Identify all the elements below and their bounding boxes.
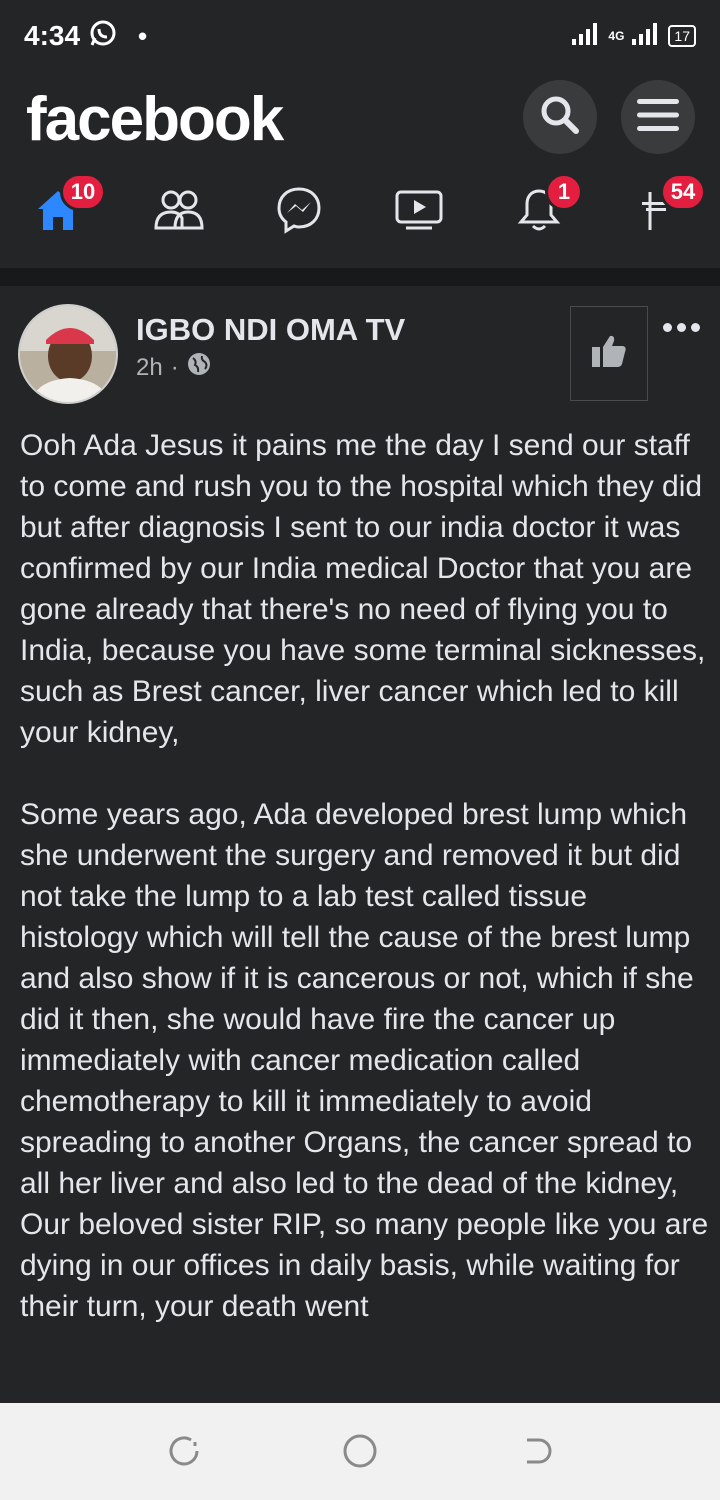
search-icon	[538, 93, 582, 142]
status-right: 4G 17	[572, 22, 696, 50]
status-time: 4:34	[24, 20, 81, 51]
hamburger-menu-icon	[637, 97, 679, 138]
more-options-button[interactable]	[656, 312, 706, 342]
signal-icon-2	[632, 22, 660, 50]
back-icon	[519, 1434, 553, 1473]
status-bar: 4:34 • 4G 17	[0, 0, 720, 72]
recent-apps-icon	[167, 1434, 201, 1473]
home-circle-icon	[341, 1432, 379, 1475]
status-left: 4:34 •	[24, 18, 147, 55]
signal-icon	[572, 22, 600, 50]
globe-icon	[187, 352, 211, 383]
recent-apps-button[interactable]	[164, 1433, 204, 1473]
tab-watch[interactable]	[379, 177, 459, 247]
more-dot-icon	[690, 322, 700, 332]
section-divider	[0, 268, 720, 286]
menu-badge: 54	[660, 173, 706, 211]
menu-button[interactable]	[621, 80, 695, 154]
post-text: Ooh Ada Jesus it pains me the day I send…	[20, 425, 710, 1403]
network-type: 4G	[608, 29, 625, 43]
video-icon	[394, 188, 444, 237]
paragraph-spacer	[20, 753, 710, 794]
like-page-button[interactable]	[570, 306, 648, 401]
page-name[interactable]: IGBO NDI OMA TV	[136, 312, 405, 348]
search-button[interactable]	[523, 80, 597, 154]
facebook-logo[interactable]: facebook	[26, 84, 284, 155]
whatsapp-icon	[88, 18, 118, 55]
tab-marketplace[interactable]: 54	[618, 173, 706, 247]
post-meta: 2h ·	[136, 352, 211, 383]
main-nav: 10 1 54	[0, 167, 720, 262]
friends-icon	[153, 188, 205, 237]
battery-level: 17	[668, 25, 696, 47]
meta-separator: ·	[170, 353, 179, 381]
avatar[interactable]	[18, 304, 118, 404]
app-header: facebook	[0, 72, 720, 167]
post-time[interactable]: 2h	[136, 354, 163, 382]
messenger-icon	[275, 186, 323, 239]
thumbs-up-icon	[590, 333, 628, 374]
tab-home[interactable]: 10	[18, 173, 106, 247]
back-button[interactable]	[516, 1433, 556, 1473]
post-header: IGBO NDI OMA TV 2h ·	[0, 300, 720, 410]
more-dot-icon	[676, 322, 686, 332]
system-nav-bar	[0, 1403, 720, 1500]
tab-notifications[interactable]: 1	[499, 173, 583, 247]
notifications-badge: 1	[545, 173, 583, 211]
home-badge: 10	[60, 173, 106, 211]
home-button[interactable]	[340, 1433, 380, 1473]
tab-messenger[interactable]	[259, 177, 339, 247]
notification-dot-icon: •	[138, 20, 148, 51]
post-paragraph-2: Some years ago, Ada developed brest lump…	[20, 798, 709, 1323]
post-paragraph-1: Ooh Ada Jesus it pains me the day I send…	[20, 429, 706, 749]
tab-friends[interactable]	[139, 177, 219, 247]
more-dot-icon	[662, 322, 672, 332]
